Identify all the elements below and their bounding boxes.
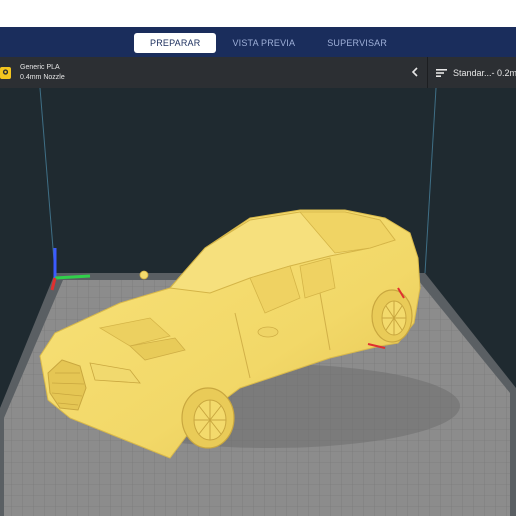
settings-lines-icon	[436, 68, 447, 77]
stage-tabs: PREPARAR VISTA PREVIA SUPERVISAR	[134, 33, 403, 53]
stage-menu-bar: PREPARAR VISTA PREVIA SUPERVISAR	[0, 27, 516, 57]
collapse-chevron-icon[interactable]	[410, 65, 422, 79]
tab-preparar[interactable]: PREPARAR	[134, 33, 217, 53]
tab-vista-previa[interactable]: VISTA PREVIA	[216, 33, 311, 53]
tab-supervisar[interactable]: SUPERVISAR	[311, 33, 403, 53]
y-axis-indicator	[54, 274, 91, 280]
viewport-scene	[0, 88, 516, 516]
print-profile-label: Standar...- 0.2m	[453, 67, 516, 78]
build-volume-edge-left	[39, 88, 56, 274]
nozzle-size: 0.4mm Nozzle	[20, 73, 65, 81]
build-volume-edge-right	[424, 88, 437, 274]
print-setup-toolbar: Generic PLA 0.4mm Nozzle Standar...- 0.2…	[0, 57, 516, 89]
material-name: Generic PLA	[20, 63, 60, 71]
window-top-strip	[0, 0, 516, 27]
3d-viewport[interactable]	[0, 88, 516, 516]
material-selector[interactable]: Generic PLA 0.4mm Nozzle	[0, 57, 65, 88]
material-text: Generic PLA 0.4mm Nozzle	[20, 63, 65, 83]
extruder-icon	[0, 66, 11, 79]
toolbar-divider	[427, 57, 428, 88]
print-settings-button[interactable]: Standar...- 0.2m	[436, 57, 516, 88]
